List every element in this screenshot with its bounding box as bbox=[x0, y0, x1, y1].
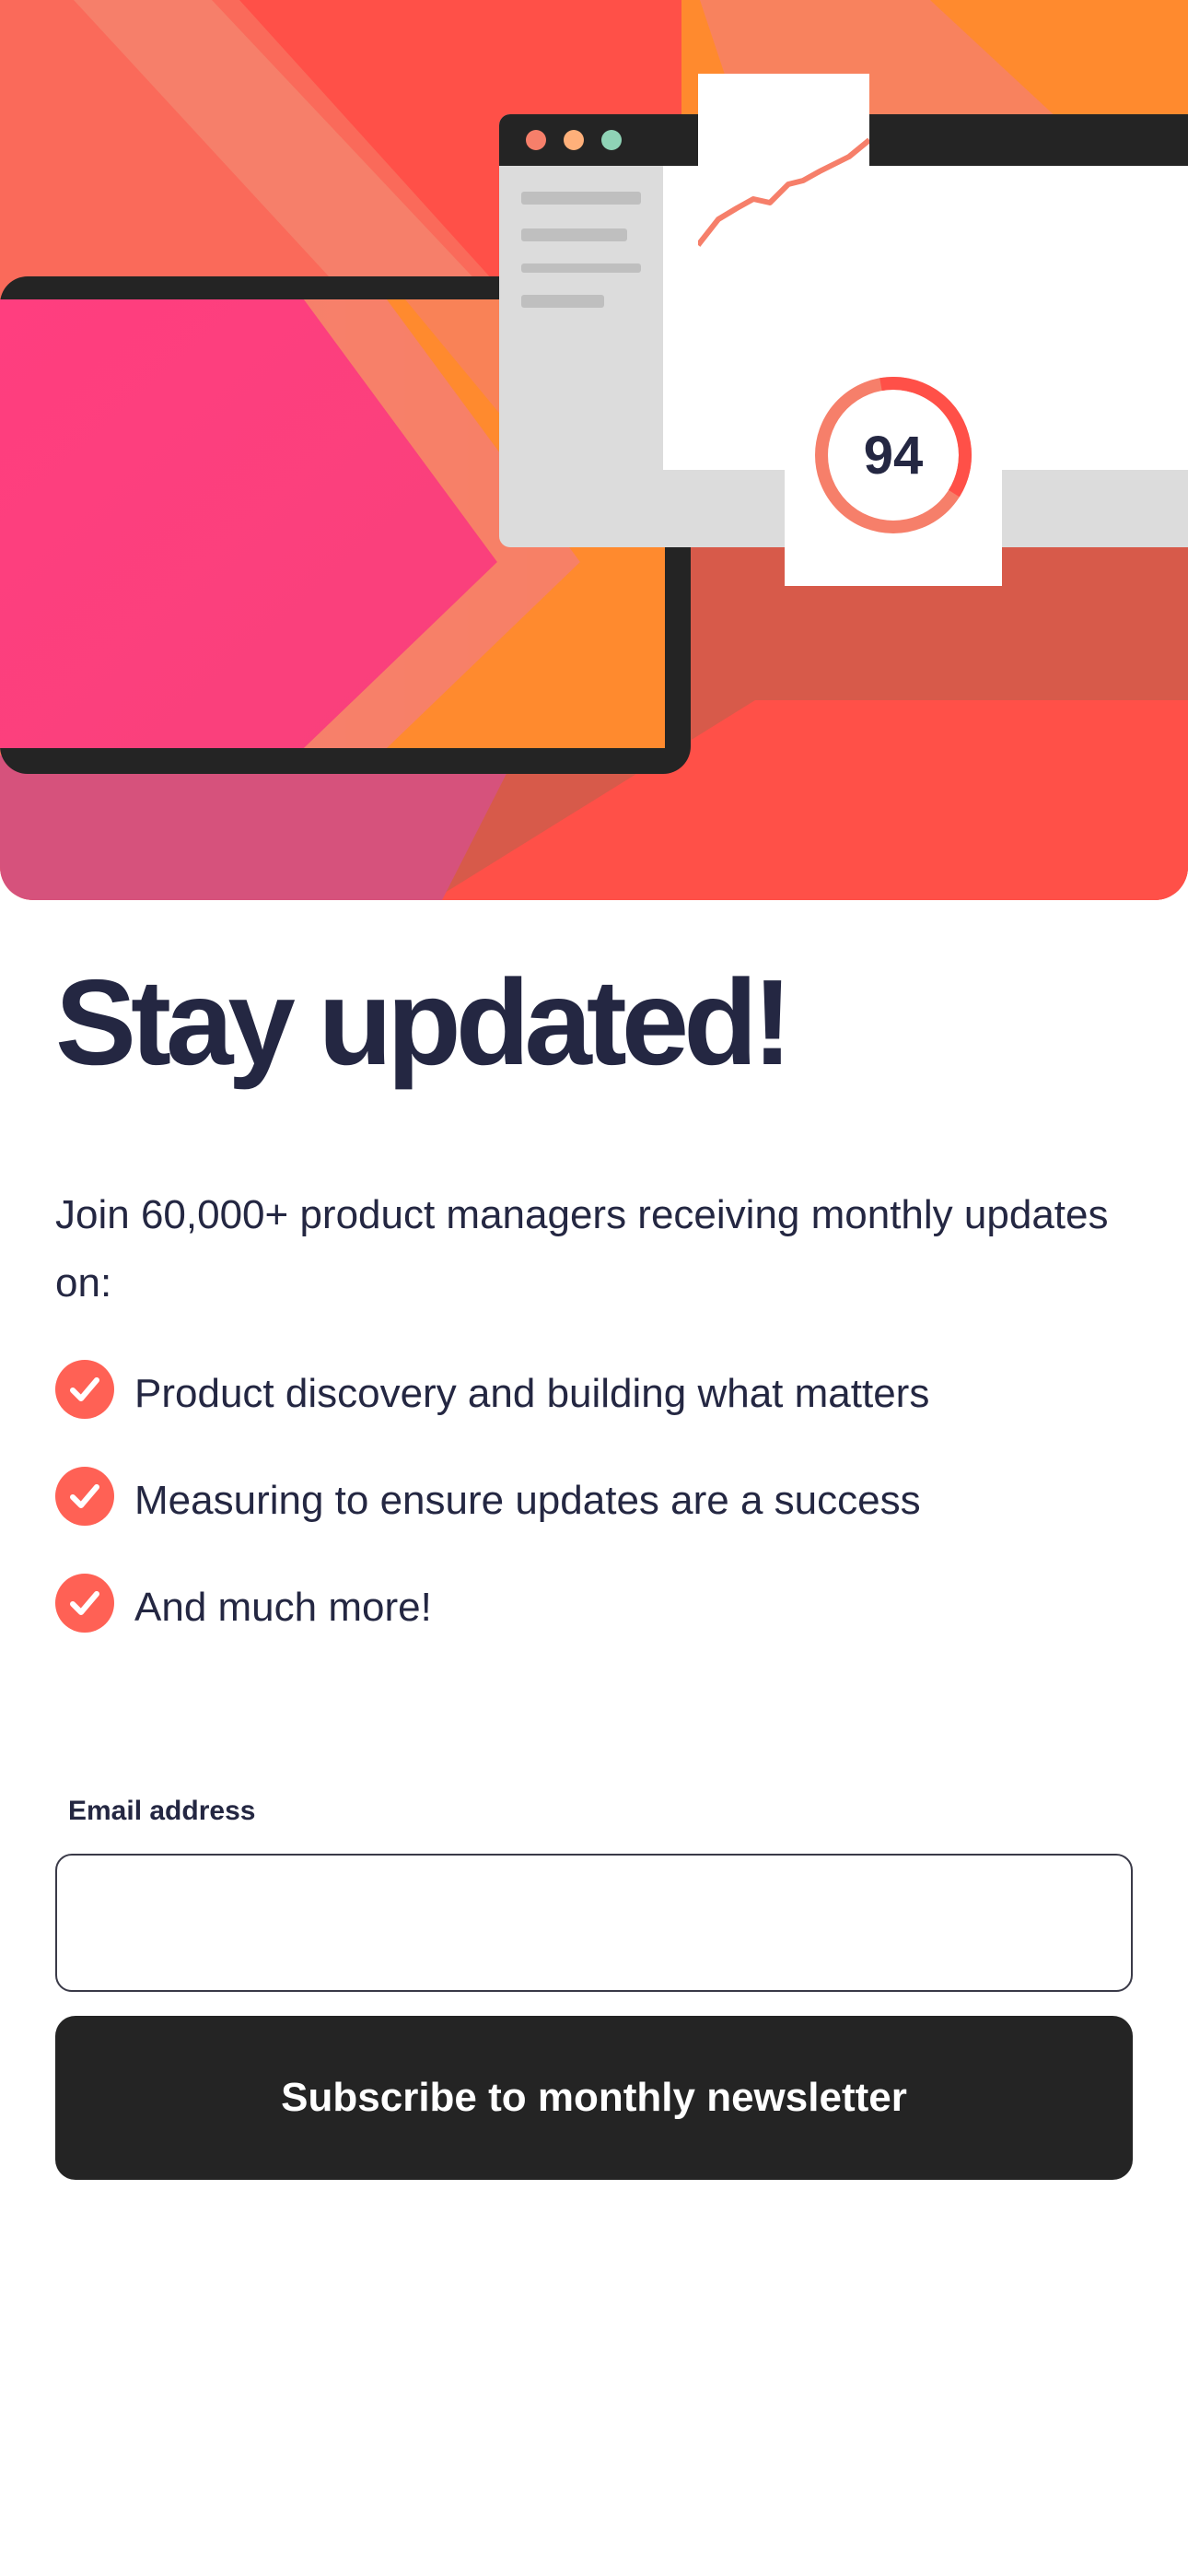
hero-graphic: 94 bbox=[0, 0, 1188, 900]
subscribe-form: Email address Subscribe to monthly newsl… bbox=[55, 1791, 1133, 2180]
check-circle-icon bbox=[55, 1574, 114, 1633]
benefits-list: Product discovery and building what matt… bbox=[55, 1360, 1133, 1642]
subscribe-button[interactable]: Subscribe to monthly newsletter bbox=[55, 2016, 1133, 2180]
chart-card bbox=[698, 74, 869, 249]
score-card: 94 bbox=[785, 359, 1002, 586]
benefit-item: Measuring to ensure updates are a succes… bbox=[55, 1467, 1133, 1535]
page-title: Stay updated! bbox=[55, 954, 793, 1090]
score-value: 94 bbox=[864, 426, 924, 486]
check-circle-icon bbox=[55, 1467, 114, 1526]
benefit-item: Product discovery and building what matt… bbox=[55, 1360, 1133, 1428]
intro-text: Join 60,000+ product managers receiving … bbox=[55, 1192, 1109, 1306]
newsletter-content: Stay updated! Join 60,000+ product manag… bbox=[55, 949, 1133, 1642]
benefit-text: And much more! bbox=[134, 1585, 432, 1630]
check-circle-icon bbox=[55, 1360, 114, 1419]
benefit-text: Product discovery and building what matt… bbox=[134, 1371, 930, 1416]
benefit-item: And much more! bbox=[55, 1574, 1133, 1642]
email-field[interactable] bbox=[55, 1854, 1133, 1992]
benefit-text: Measuring to ensure updates are a succes… bbox=[134, 1478, 921, 1523]
hero-illustration: 94 bbox=[0, 0, 1188, 900]
email-label: Email address bbox=[68, 1796, 256, 1826]
